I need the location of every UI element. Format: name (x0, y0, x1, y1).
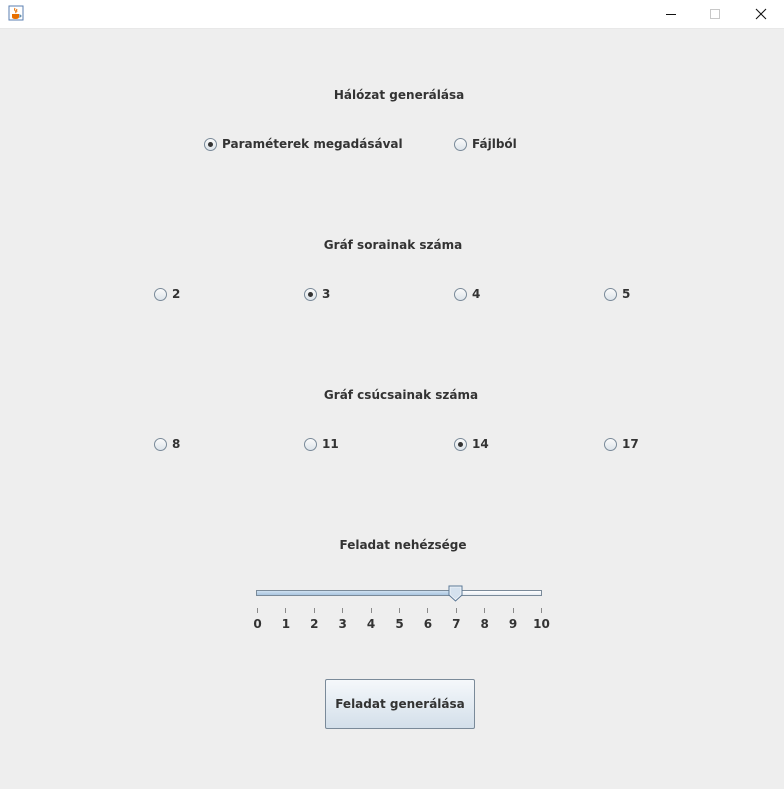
slider-tick (455, 608, 457, 613)
radio-rows-4[interactable]: 4 (454, 287, 480, 301)
radio-rows-3[interactable]: 3 (304, 287, 330, 301)
generate-task-button[interactable]: Feladat generálása (325, 679, 475, 729)
radio-circle[interactable] (604, 437, 617, 451)
radio-label: Fájlból (472, 137, 517, 151)
minimize-icon (666, 14, 676, 15)
slider-tick-label: 10 (533, 617, 550, 631)
slider-tick (427, 608, 429, 613)
slider-tick (313, 608, 315, 613)
radio-vertices-11[interactable]: 11 (304, 437, 339, 451)
radio-label: 3 (322, 287, 331, 301)
slider-tick-label: 2 (310, 617, 319, 631)
radio-circle[interactable] (454, 137, 467, 151)
radio-label: 2 (172, 287, 181, 301)
radio-circle[interactable] (304, 437, 317, 451)
radio-vertices-14[interactable]: 14 (454, 437, 489, 451)
radio-circle[interactable] (604, 287, 617, 301)
slider-tick-label: 5 (395, 617, 404, 631)
slider-tick (285, 608, 287, 613)
difficulty-heading: Feladat nehézsége (339, 538, 467, 552)
slider-tick-label: 1 (281, 617, 291, 631)
radio-rows-5[interactable]: 5 (604, 287, 630, 301)
radio-rows-2[interactable]: 2 (154, 287, 180, 301)
radio-label: 4 (472, 287, 481, 301)
close-button[interactable] (738, 0, 784, 28)
radio-from-file[interactable]: Fájlból (454, 137, 517, 151)
slider-tick (512, 608, 514, 613)
vertices-heading: Gráf csúcsainak száma (323, 388, 479, 402)
slider-tick (541, 608, 542, 613)
difficulty-slider[interactable] (256, 585, 542, 602)
radio-label: Paraméterek megadásával (222, 137, 403, 151)
slider-fill (257, 591, 455, 595)
maximize-icon (710, 9, 720, 19)
radio-label: 14 (472, 437, 489, 451)
radio-parameters[interactable]: Paraméterek megadásával (204, 137, 403, 151)
radio-label: 5 (622, 287, 631, 301)
slider-tick-label: 8 (480, 617, 489, 631)
slider-tick-label: 6 (423, 617, 433, 631)
close-icon (755, 8, 767, 20)
radio-circle[interactable] (454, 437, 467, 451)
slider-thumb[interactable] (448, 585, 463, 602)
radio-circle[interactable] (454, 287, 467, 301)
radio-circle[interactable] (154, 287, 167, 301)
radio-vertices-17[interactable]: 17 (604, 437, 639, 451)
slider-tick-label: 4 (366, 617, 376, 631)
radio-vertices-8[interactable]: 8 (154, 437, 180, 451)
title-bar (0, 0, 784, 29)
radio-label: 17 (622, 437, 639, 451)
slider-tick (257, 608, 258, 613)
slider-tick-label: 9 (508, 617, 518, 631)
radio-label: 11 (322, 437, 339, 451)
network-heading: Hálózat generálása (333, 88, 465, 102)
slider-tick-label: 0 (253, 617, 262, 631)
java-cup-icon[interactable] (8, 5, 24, 21)
radio-circle[interactable] (204, 137, 217, 151)
slider-tick (399, 608, 400, 613)
radio-circle[interactable] (304, 287, 317, 301)
slider-tick-label: 3 (338, 617, 347, 631)
slider-tick (342, 608, 344, 613)
radio-label: 8 (172, 437, 181, 451)
slider-tick (484, 608, 486, 613)
slider-tick-label: 7 (452, 617, 461, 631)
minimize-button[interactable] (648, 0, 694, 28)
rows-heading: Gráf sorainak száma (323, 238, 463, 252)
maximize-button[interactable] (692, 0, 738, 28)
slider-tick (370, 608, 372, 613)
radio-circle[interactable] (154, 437, 167, 451)
